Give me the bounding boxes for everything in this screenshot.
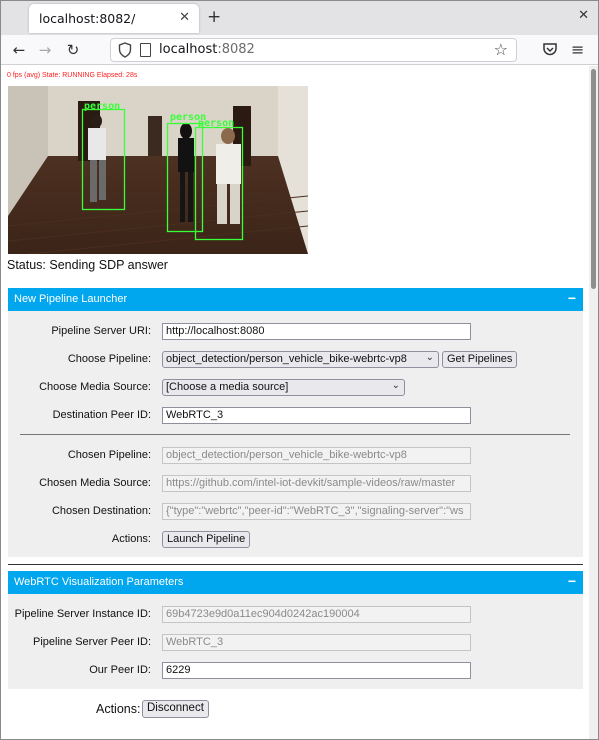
tab-title: localhost:8082/: [39, 11, 136, 26]
chosen-pipeline-field[interactable]: object_detection/person_vehicle_bike-web…: [162, 447, 471, 464]
dest-peer-input[interactable]: WebRTC_3: [162, 407, 471, 424]
pocket-icon[interactable]: [542, 41, 558, 57]
dest-peer-label: Destination Peer ID:: [52, 409, 151, 421]
launcher-actions-label: Actions:: [111, 533, 151, 545]
launcher-panel-header[interactable]: New Pipeline Launcher −: [8, 288, 583, 311]
forward-arrow-icon[interactable]: →: [34, 39, 56, 61]
panel-divider: [8, 564, 583, 565]
chosen-dest-field[interactable]: {"type":"webrtc","peer-id":"WebRTC_3","s…: [162, 503, 471, 520]
instance-id-field[interactable]: 69b4723e9d0a11ec904d0242ac190004: [162, 606, 471, 623]
scrollbar-thumb[interactable]: [591, 69, 596, 289]
detection-label: person: [84, 101, 120, 112]
connection-status: Status: Sending SDP answer: [7, 258, 168, 272]
hamburger-menu-icon[interactable]: ≡: [571, 40, 584, 59]
fps-status-text: 0 fps (avg) State: RUNNING Elapsed: 28s: [7, 72, 138, 79]
page-content: 0 fps (avg) State: RUNNING Elapsed: 28s: [1, 66, 589, 739]
server-uri-input[interactable]: http://localhost:8080: [162, 323, 471, 340]
server-peer-field[interactable]: WebRTC_3: [162, 634, 471, 651]
our-peer-input[interactable]: 6229: [162, 662, 471, 679]
media-source-label: Choose Media Source:: [39, 381, 151, 393]
our-peer-label: Our Peer ID:: [89, 664, 151, 676]
tab-strip: localhost:8082/ ✕ + ✕: [1, 1, 598, 35]
choose-pipeline-label: Choose Pipeline:: [67, 353, 151, 365]
shield-icon[interactable]: [118, 42, 132, 58]
collapse-icon[interactable]: −: [568, 290, 576, 306]
choose-pipeline-value: object_detection/person_vehicle_bike-web…: [166, 353, 407, 365]
get-pipelines-button[interactable]: Get Pipelines: [442, 351, 518, 368]
media-source-value: [Choose a media source]: [166, 381, 289, 393]
launcher-panel-body: Pipeline Server URI: http://localhost:80…: [8, 311, 583, 557]
disconnect-button[interactable]: Disconnect: [142, 700, 209, 718]
browser-window: localhost:8082/ ✕ + ✕ ← → ↻ localhost:80…: [0, 0, 599, 740]
webrtc-panel-header[interactable]: WebRTC Visualization Parameters −: [8, 571, 583, 594]
navigation-bar: ← → ↻ localhost:8082 ☆ ≡: [1, 35, 598, 65]
reload-icon[interactable]: ↻: [62, 39, 84, 61]
chevron-down-icon: ⌄: [391, 380, 400, 391]
choose-pipeline-select[interactable]: object_detection/person_vehicle_bike-web…: [162, 351, 439, 368]
page-icon: [140, 43, 151, 57]
back-arrow-icon[interactable]: ←: [8, 39, 30, 61]
video-frame-image: person person person: [8, 86, 308, 254]
bookmark-star-icon[interactable]: ☆: [494, 40, 508, 59]
server-peer-label: Pipeline Server Peer ID:: [33, 636, 151, 648]
webrtc-panel-body: Pipeline Server Instance ID: 69b4723e9d0…: [8, 594, 583, 689]
browser-tab[interactable]: localhost:8082/ ✕: [29, 4, 199, 33]
detection-label: person: [198, 118, 234, 129]
launcher-panel-title: New Pipeline Launcher: [14, 293, 128, 305]
video-stream: person person person: [8, 86, 308, 254]
webrtc-panel-title: WebRTC Visualization Parameters: [14, 576, 184, 588]
page-scrollbar[interactable]: [589, 66, 598, 739]
url-bar[interactable]: localhost:8082 ☆: [110, 38, 517, 62]
section-divider: [20, 434, 570, 435]
footer-actions-label: Actions:: [96, 702, 141, 716]
chosen-media-label: Chosen Media Source:: [39, 477, 151, 489]
window-close-icon[interactable]: ✕: [578, 8, 589, 23]
chosen-dest-label: Chosen Destination:: [51, 505, 151, 517]
instance-id-label: Pipeline Server Instance ID:: [14, 608, 151, 620]
tab-close-icon[interactable]: ✕: [179, 10, 190, 25]
server-uri-label: Pipeline Server URI:: [51, 325, 151, 337]
chosen-media-field[interactable]: https://github.com/intel-iot-devkit/samp…: [162, 475, 471, 492]
launch-pipeline-button[interactable]: Launch Pipeline: [162, 531, 251, 548]
new-tab-icon[interactable]: +: [207, 7, 221, 27]
url-text[interactable]: localhost:8082: [159, 42, 255, 57]
media-source-select[interactable]: [Choose a media source] ⌄: [162, 379, 405, 396]
collapse-icon[interactable]: −: [568, 573, 576, 589]
chosen-pipeline-label: Chosen Pipeline:: [67, 449, 151, 461]
chevron-down-icon: ⌄: [425, 352, 434, 363]
